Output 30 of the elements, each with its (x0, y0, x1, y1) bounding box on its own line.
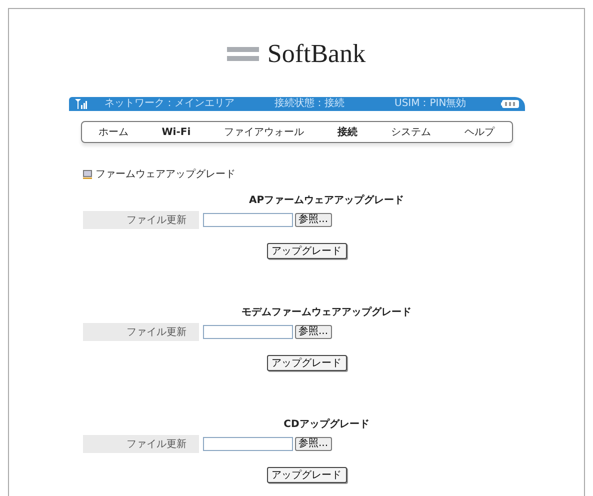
nav-tab[interactable]: ヘルプ (464, 125, 495, 139)
logo-bars-icon (227, 47, 260, 61)
section-title: APファームウェアアップグレード (248, 193, 404, 207)
upgrade-button[interactable]: アップグレード (266, 355, 346, 371)
upgrade-button[interactable]: アップグレード (266, 467, 346, 483)
section-title: モデムファームウェアアップグレード (242, 305, 412, 319)
file-input-field[interactable] (202, 213, 292, 227)
battery-icon (500, 100, 518, 108)
section-title: CDアップグレード (284, 417, 370, 431)
computer-icon (82, 170, 92, 178)
field-label: ファイル更新 (126, 438, 188, 451)
connection-status: 接続状態：接続 (274, 97, 344, 111)
field-label: ファイル更新 (126, 326, 188, 339)
page-title: ファームウェアアップグレード (96, 168, 236, 181)
browse-button[interactable]: 参照... (294, 325, 332, 339)
browse-button[interactable]: 参照... (294, 437, 332, 451)
signal-icon (74, 99, 86, 109)
browse-button[interactable]: 参照... (294, 213, 332, 227)
field-label: ファイル更新 (126, 214, 188, 227)
logo-text: SoftBank (267, 39, 366, 69)
nav-tab[interactable]: ホーム (98, 125, 128, 139)
file-input-field[interactable] (202, 437, 292, 451)
usim-status: USIM：PIN無効 (394, 97, 466, 111)
nav-tab[interactable]: 接続 (338, 125, 358, 139)
upgrade-button[interactable]: アップグレード (266, 243, 346, 259)
network-status: ネットワーク：メインエリア (104, 97, 234, 111)
file-input-field[interactable] (202, 325, 292, 339)
nav-tab[interactable]: システム (391, 125, 432, 139)
nav-tab[interactable]: Wi-Fi (162, 126, 191, 138)
nav-tab[interactable]: ファイアウォール (224, 125, 304, 139)
